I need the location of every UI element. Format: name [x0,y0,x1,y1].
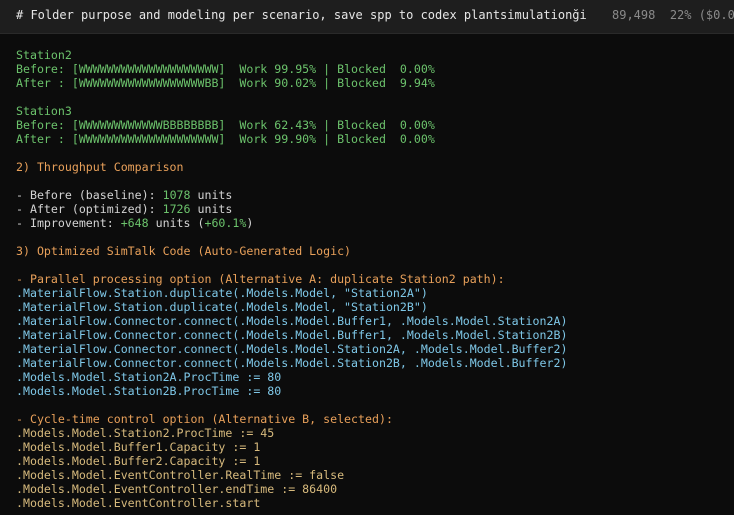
token-usage: 89,498 22% ($0.00 [612,8,734,22]
alt-a-heading: - Parallel processing option (Alternativ… [16,272,505,286]
station2-title: Station2 [16,48,72,62]
code-line: .Models.Model.EventController.start [16,496,261,510]
throughput-before-unit: units [190,188,233,202]
code-line: .MaterialFlow.Connector.connect(.Models.… [16,342,568,356]
code-line: .MaterialFlow.Connector.connect(.Models.… [16,314,568,328]
station2-before-stats: Work 99.95% | Blocked 0.00% [225,62,435,76]
code-line: .MaterialFlow.Connector.connect(.Models.… [16,356,568,370]
improvement-end: ) [246,216,254,230]
code-line: .Models.Model.Station2.ProcTime := 45 [16,426,275,440]
code-line: .Models.Model.Buffer1.Capacity := 1 [16,440,261,454]
station3-after-row: After : [WWWWWWWWWWWWWWWWWWWW] Work 99.9… [16,132,728,146]
station2-before-row: Before: [WWWWWWWWWWWWWWWWWWWW] Work 99.9… [16,62,728,76]
code-line: .MaterialFlow.Connector.connect(.Models.… [16,328,568,342]
throughput-after-value: 1726 [162,202,191,216]
throughput-after: - After (optimized): 1726 units [16,202,728,216]
code-line: .Models.Model.Buffer2.Capacity := 1 [16,454,261,468]
improvement-mid: units ( [148,216,205,230]
station2-after-row: After : [WWWWWWWWWWWWWWWWWWBB] Work 90.0… [16,76,728,90]
station3-title: Station3 [16,104,72,118]
code-line: .MaterialFlow.Station.duplicate(.Models.… [16,286,428,300]
improvement-percent: +60.1% [204,216,247,230]
station3-before-bar: Before: [WWWWWWWWWWWWBBBBBBBB] [16,118,226,132]
code-line: .Models.Model.Station2A.ProcTime := 80 [16,370,282,384]
terminal-output[interactable]: Station2 Before: [WWWWWWWWWWWWWWWWWWWW] … [16,48,728,515]
improvement-value: +648 [120,216,149,230]
station3-after-bar: After : [WWWWWWWWWWWWWWWWWWWW] [16,132,226,146]
code-line: .MaterialFlow.Station.duplicate(.Models.… [16,300,428,314]
code-line: .Models.Model.Station2B.ProcTime := 80 [16,384,282,398]
command-line[interactable]: # Folder purpose and modeling per scenar… [16,8,587,22]
station3-before-stats: Work 62.43% | Blocked 0.00% [225,118,435,132]
throughput-after-label: - After (optimized): [16,202,163,216]
code-heading: 3) Optimized SimTalk Code (Auto-Generate… [16,244,352,258]
throughput-before-value: 1078 [162,188,191,202]
station3-after-stats: Work 99.90% | Blocked 0.00% [225,132,435,146]
station2-after-stats: Work 90.02% | Blocked 9.94% [225,76,435,90]
code-line: .Models.Model.EventController.RealTime :… [16,468,345,482]
throughput-before-label: - Before (baseline): [16,188,163,202]
improvement-label: - Improvement: [16,216,121,230]
alt-b-heading: - Cycle-time control option (Alternative… [16,412,393,426]
terminal-title-bar: # Folder purpose and modeling per scenar… [0,0,734,34]
context-percent: 22% ($0.00 [669,8,734,22]
throughput-improvement: - Improvement: +648 units (+60.1%) [16,216,728,230]
throughput-after-unit: units [190,202,233,216]
code-line: .Models.Model.EventController.endTime :=… [16,482,338,496]
station2-after-bar: After : [WWWWWWWWWWWWWWWWWWBB] [16,76,226,90]
throughput-before: - Before (baseline): 1078 units [16,188,728,202]
throughput-heading: 2) Throughput Comparison [16,160,184,174]
station2-before-bar: Before: [WWWWWWWWWWWWWWWWWWWW] [16,62,226,76]
token-count: 89,498 [612,8,656,22]
station3-before-row: Before: [WWWWWWWWWWWWBBBBBBBB] Work 62.4… [16,118,728,132]
